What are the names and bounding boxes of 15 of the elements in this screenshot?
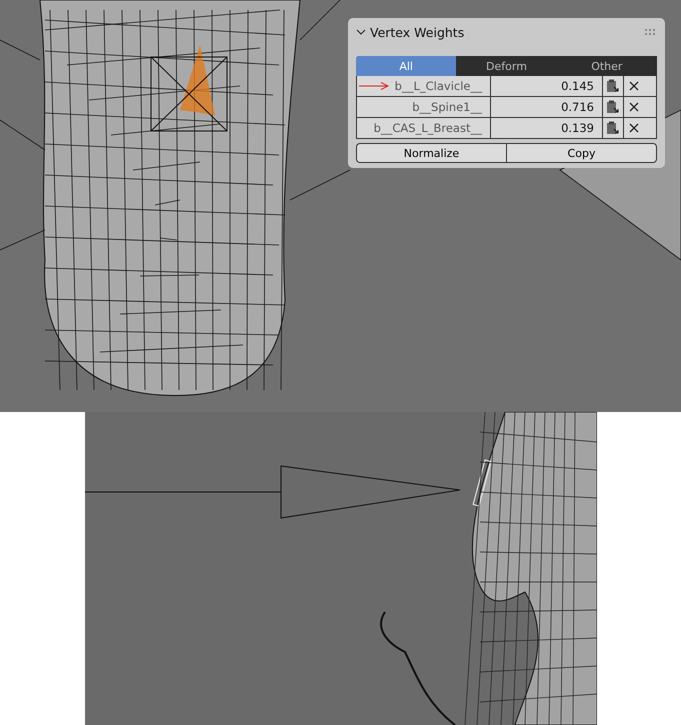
- panel-title: Vertex Weights: [370, 24, 464, 40]
- close-icon[interactable]: [628, 81, 638, 91]
- paste-icon[interactable]: [606, 100, 620, 114]
- vertex-group-name: b__L_Clavicle__: [394, 79, 482, 93]
- panel-button[interactable]: Copy: [506, 143, 657, 163]
- vertex-group-name: b__CAS_L_Breast__: [374, 121, 482, 135]
- panel-button[interactable]: Normalize: [356, 143, 506, 163]
- close-icon[interactable]: [628, 102, 638, 112]
- chevron-down-icon[interactable]: [356, 28, 366, 36]
- drag-handle-icon[interactable]: [645, 29, 657, 35]
- paste-icon[interactable]: [606, 121, 620, 135]
- vertex-group-name: b__Spine1__: [412, 100, 482, 114]
- close-icon[interactable]: [628, 123, 638, 133]
- paste-icon[interactable]: [606, 79, 620, 93]
- filter-tab[interactable]: All: [356, 56, 456, 76]
